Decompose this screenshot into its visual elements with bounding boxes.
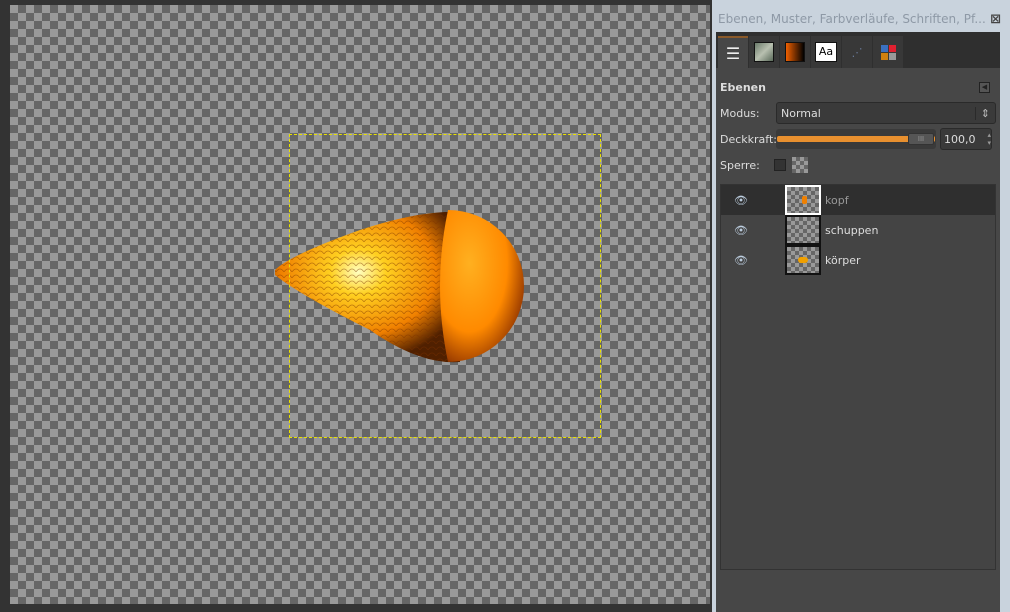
opacity-value: 100,0: [944, 132, 976, 146]
panel-heading: Ebenen: [720, 80, 766, 94]
tab-fonts[interactable]: Aa: [811, 36, 841, 68]
close-icon[interactable]: ⊠: [990, 12, 1001, 27]
eye-icon[interactable]: 👁: [725, 194, 757, 207]
layers-panel: Ebenen ◀ Modus: Normal ⇕ Deckkraft: III …: [716, 68, 1000, 612]
image-canvas-area[interactable]: [0, 0, 712, 612]
lock-alpha-icon[interactable]: [792, 157, 808, 173]
palette-icon: [880, 44, 896, 60]
fonts-icon: Aa: [815, 42, 837, 62]
opacity-spinbox[interactable]: 100,0 ▴ ▾: [940, 128, 992, 150]
mode-select[interactable]: Normal ⇕: [776, 102, 996, 124]
lock-pixels-checkbox[interactable]: [774, 159, 786, 171]
layer-thumbnail: [785, 245, 821, 275]
dock-tabs: ☰ Aa ⋰: [716, 32, 1000, 68]
tab-patterns[interactable]: [749, 36, 779, 68]
mode-label: Modus:: [720, 106, 760, 120]
opacity-slider[interactable]: III: [776, 129, 936, 149]
layer-row-koerper[interactable]: 👁 körper: [721, 245, 995, 275]
layer-row-kopf[interactable]: 👁 kopf: [721, 185, 995, 215]
lock-label: Sperre:: [720, 158, 760, 172]
selection-marquee: [289, 134, 601, 438]
layer-row-schuppen[interactable]: 👁 schuppen: [721, 215, 995, 245]
layer-thumbnail: [785, 215, 821, 245]
tab-paths[interactable]: ⋰: [842, 36, 872, 68]
panel-menu-icon[interactable]: ◀: [979, 81, 990, 93]
eye-icon[interactable]: 👁: [725, 224, 757, 237]
updown-icon: ⇕: [974, 106, 995, 120]
panel-titlebar[interactable]: Ebenen, Muster, Farbverläufe, Schriften,…: [716, 4, 1007, 34]
pattern-icon: [754, 42, 774, 62]
opacity-slider-handle[interactable]: III: [908, 133, 934, 145]
tab-palettes[interactable]: [873, 36, 903, 68]
layers-list[interactable]: 👁 kopf 👁 schuppen 👁 körper: [720, 184, 996, 570]
eye-icon[interactable]: 👁: [725, 254, 757, 267]
layers-icon: ☰: [725, 43, 741, 63]
layer-thumbnail: [785, 185, 821, 215]
opacity-label: Deckkraft:: [720, 132, 777, 146]
layer-name[interactable]: schuppen: [825, 224, 878, 237]
layer-name[interactable]: körper: [825, 254, 861, 267]
layer-name[interactable]: kopf: [825, 194, 849, 207]
tab-gradients[interactable]: [780, 36, 810, 68]
spin-arrows-icon[interactable]: ▴ ▾: [987, 131, 991, 147]
dock: ☰ Aa ⋰ Ebenen ◀ Modus: Normal ⇕ Deckkraf…: [716, 32, 1000, 612]
paths-icon: ⋰: [851, 45, 863, 59]
panel-title: Ebenen, Muster, Farbverläufe, Schriften,…: [718, 12, 986, 26]
mode-value: Normal: [781, 106, 821, 120]
tab-layers[interactable]: ☰: [718, 36, 748, 68]
gradient-icon: [785, 42, 805, 62]
